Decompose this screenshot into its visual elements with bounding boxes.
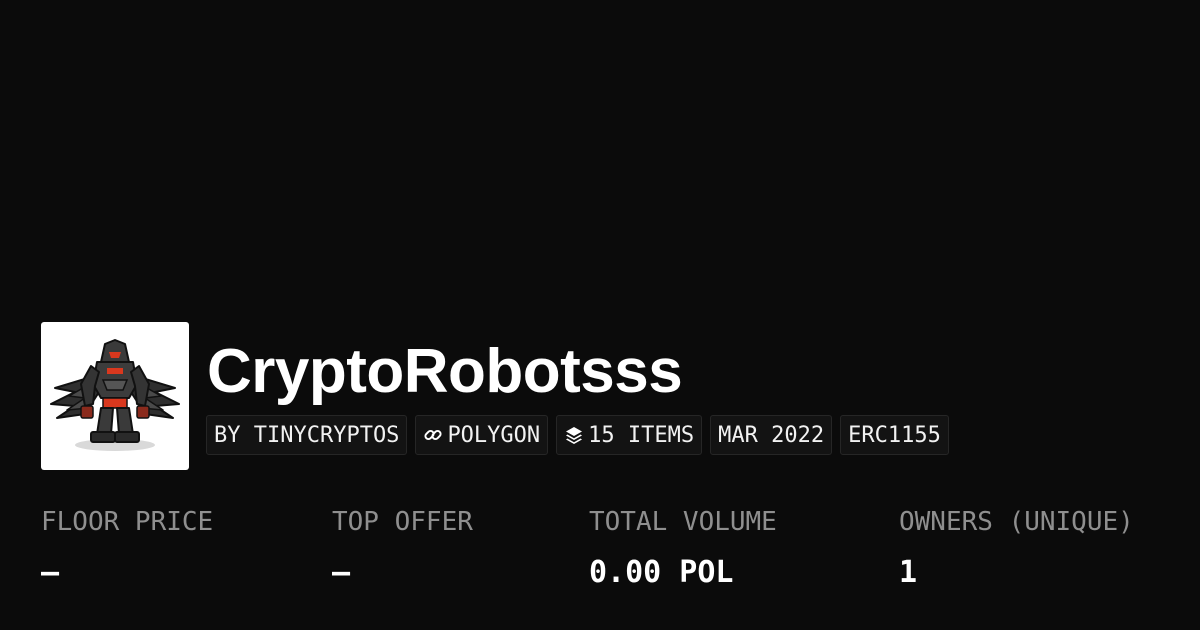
items-chip: 15 ITEMS [556,415,703,455]
created-date-chip: MAR 2022 [710,415,833,455]
stat-value: – [332,555,351,590]
robot-mech-icon [50,339,180,451]
stat-label: TOTAL VOLUME [589,507,777,537]
creator-chip-label: BY TINYCRYPTOS [214,422,400,448]
stat-owners-unique: OWNERS (UNIQUE) 1 [899,505,1134,591]
stat-value: – [41,555,60,590]
creator-chip[interactable]: BY TINYCRYPTOS [206,415,408,455]
link-icon [423,425,443,445]
stat-value: 0.00 POL [589,555,734,590]
stat-floor-price: FLOOR PRICE – [41,505,213,591]
stat-total-volume: TOTAL VOLUME 0.00 POL [589,505,777,591]
collection-info-chips: BY TINYCRYPTOS POLYGON 15 ITEMS MAR 2022… [206,415,949,455]
stat-value: 1 [899,555,918,590]
collection-avatar [41,322,189,470]
items-chip-label: 15 ITEMS [588,422,695,448]
chain-chip: POLYGON [415,415,549,455]
stat-label: FLOOR PRICE [41,507,214,537]
collection-title: CryptoRobotsss [207,337,683,406]
stat-top-offer: TOP OFFER – [332,505,473,591]
layers-icon [564,425,584,445]
chain-chip-label: POLYGON [447,422,541,448]
token-standard-chip: ERC1155 [840,415,949,455]
stat-label: TOP OFFER [332,507,473,537]
stat-label: OWNERS (UNIQUE) [899,507,1134,537]
created-date-chip-label: MAR 2022 [718,422,825,448]
token-standard-chip-label: ERC1155 [848,422,941,448]
